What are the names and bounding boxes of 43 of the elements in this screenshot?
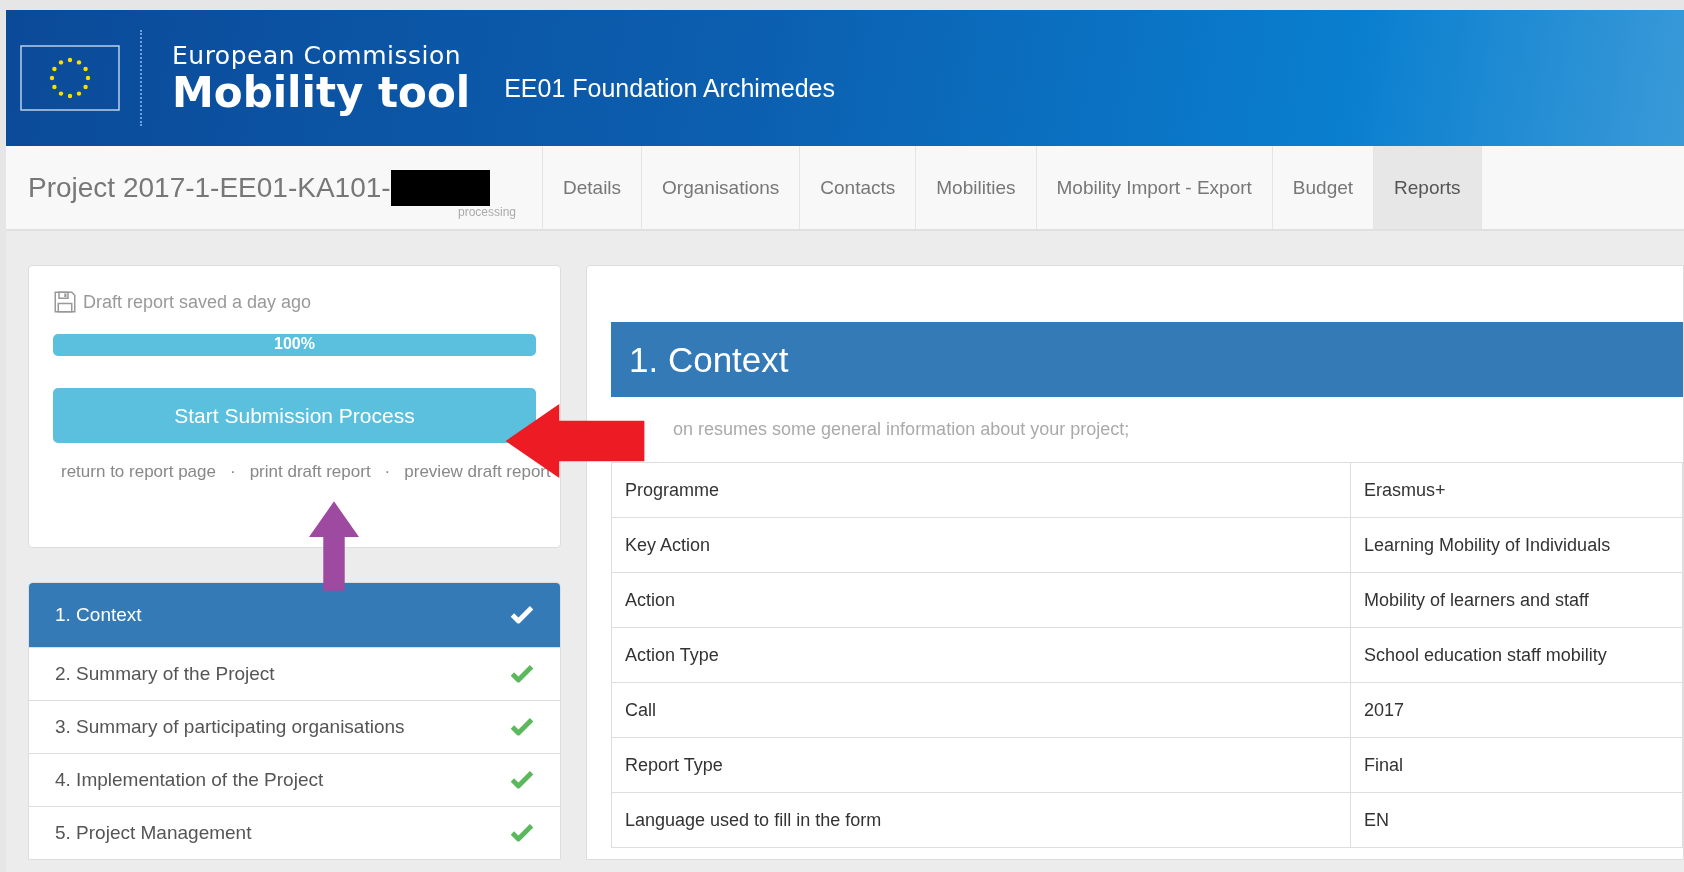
draft-link[interactable]: print draft report	[249, 462, 371, 481]
table-cell: Call	[611, 682, 1351, 738]
table-cell: Action	[611, 572, 1351, 628]
project-status: processing	[457, 205, 516, 219]
app-name: Mobility tool	[172, 71, 471, 114]
project-title: Project 2017-1-EE01-KA101-	[28, 171, 391, 204]
progress-label: 100%	[273, 335, 316, 353]
table-cell: Programme	[611, 462, 1351, 518]
draft-link[interactable]: return to report page	[61, 462, 216, 481]
section-item[interactable]: 1. Context	[29, 583, 560, 647]
section-label: 3. Summary of participating organisations	[55, 716, 405, 738]
section-heading: 1. Context	[611, 322, 1683, 397]
table-cell: Key Action	[611, 517, 1351, 573]
section-label: 5. Project Management	[55, 822, 252, 844]
table-cell: Action Type	[611, 627, 1351, 683]
section-item[interactable]: 4. Implementation of the Project	[29, 753, 560, 806]
table-cell: EN	[1350, 792, 1683, 848]
intro-text: on resumes some general information about your project;	[673, 419, 1130, 440]
table-cell: 2017	[1350, 682, 1683, 738]
table-cell: Learning Mobility of Individuals	[1350, 517, 1683, 573]
saved-status: Draft report saved a day ago	[83, 291, 312, 313]
link-separator: ·	[384, 462, 391, 481]
link-separator: ·	[230, 462, 236, 481]
table-cell: Erasmus+	[1350, 462, 1683, 518]
table-cell: Final	[1350, 737, 1683, 793]
nav-tab[interactable]: Mobility Import - Export	[1036, 146, 1273, 229]
section-label: 2. Summary of the Project	[55, 663, 275, 685]
section-label: 4. Implementation of the Project	[55, 769, 324, 791]
organisation-name: EE01 Foundation Archimedes	[504, 73, 835, 103]
table-cell: Language used to fill in the form	[611, 792, 1351, 848]
table-cell: Report Type	[611, 737, 1351, 793]
commission-name: European Commission	[172, 42, 463, 68]
section-item[interactable]: 2. Summary of the Project	[29, 647, 560, 700]
nav-tab[interactable]: Details	[543, 146, 643, 229]
section-label: 1. Context	[55, 604, 142, 626]
section-item[interactable]: 5. Project Management	[29, 806, 560, 859]
nav-tab[interactable]: Organisations	[642, 146, 801, 229]
table-cell: Mobility of learners and staff	[1350, 572, 1683, 628]
nav-tab[interactable]: Mobilities	[916, 146, 1037, 229]
section-item[interactable]: 3. Summary of participating organisations	[29, 700, 560, 753]
table-cell: School education staff mobility	[1350, 627, 1683, 683]
nav-tab[interactable]: Reports	[1374, 146, 1482, 229]
nav-tab[interactable]: Contacts	[800, 146, 917, 229]
